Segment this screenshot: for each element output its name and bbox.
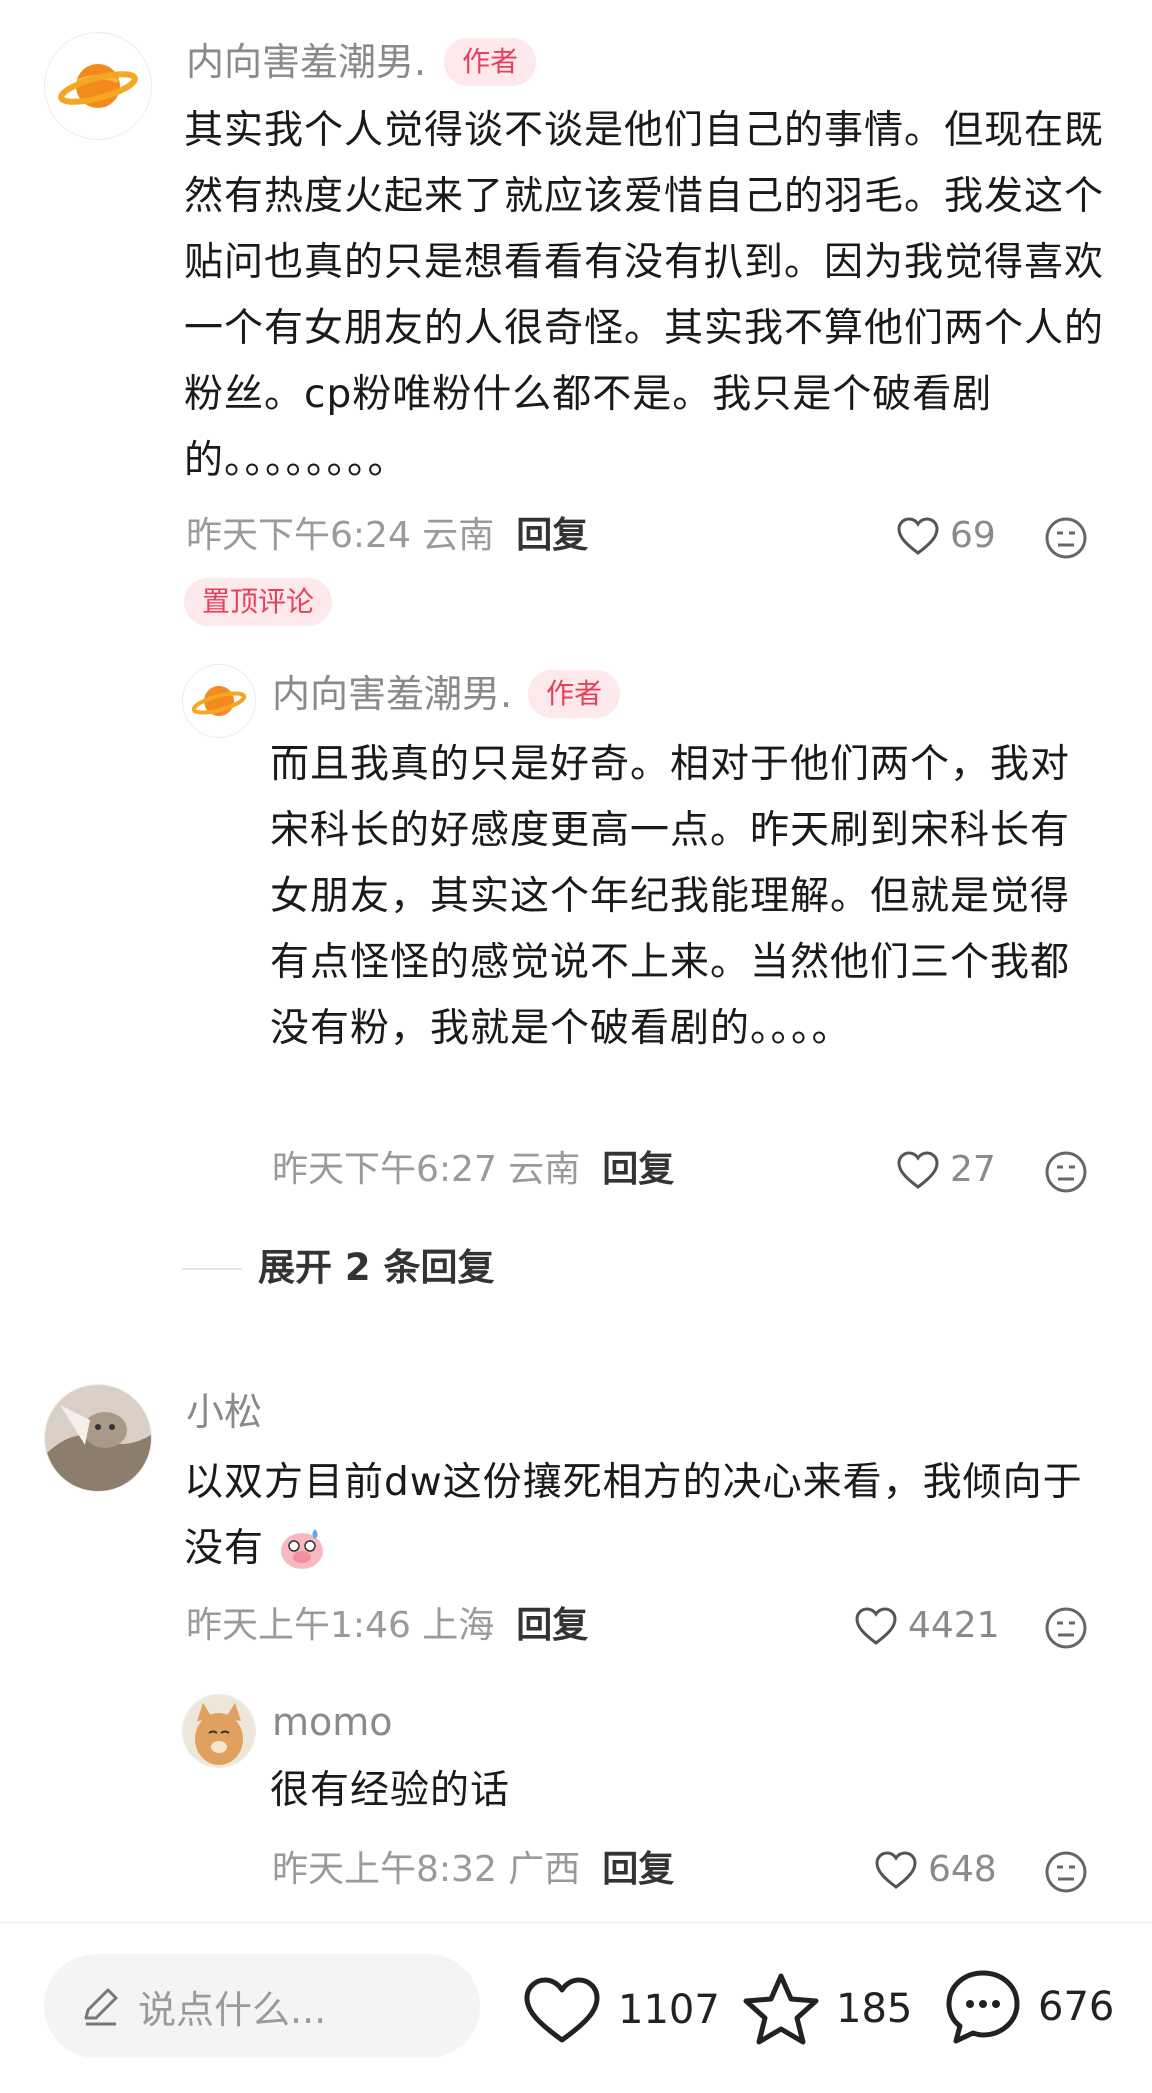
dislike-button[interactable]	[1044, 1150, 1088, 1198]
reply-text: 而且我真的只是好奇。相对于他们两个，我对宋科长的好感度更高一点。昨天刷到宋科长有…	[270, 742, 1071, 1051]
comment-author[interactable]: 小松	[186, 1390, 262, 1434]
post-like-count: 1107	[618, 1987, 720, 2033]
dislike-face-icon	[1045, 517, 1087, 559]
heart-icon	[897, 1151, 939, 1189]
heart-icon	[855, 1607, 897, 1645]
like-button[interactable]: 27	[896, 1148, 996, 1192]
comment-text: 以双方目前dw这份攘死相方的决心来看，我倾向于没有	[184, 1450, 1104, 1592]
reply-button[interactable]: 回复	[602, 1849, 674, 1890]
reply-author[interactable]: 内向害羞潮男.	[272, 672, 512, 716]
favorite-button[interactable]: 185	[742, 1972, 912, 2046]
dislike-face-icon	[1045, 1851, 1087, 1893]
expand-replies-button[interactable]: 展开 2 条回复	[258, 1246, 495, 1290]
cat-photo-avatar	[45, 1385, 151, 1491]
heart-icon	[897, 517, 939, 555]
chat-bubble-icon	[946, 1970, 1020, 2044]
pinned-badge: 置顶评论	[184, 578, 333, 626]
avatar-comment-2[interactable]	[44, 1384, 152, 1492]
avatar-reply-1[interactable]	[182, 664, 256, 738]
bottom-bar-divider	[0, 1922, 1152, 1923]
comment-count: 676	[1038, 1984, 1115, 2030]
like-post-button[interactable]: 1107	[522, 1976, 720, 2044]
comment-text: 其实我个人觉得谈不谈是他们自己的事情。但现在既然有热度火起来了就应该爱惜自己的羽…	[184, 108, 1105, 483]
author-badge: 作者	[444, 38, 537, 86]
dislike-button[interactable]	[1044, 516, 1088, 564]
dislike-face-icon	[1045, 1607, 1087, 1649]
like-count: 69	[950, 515, 996, 556]
reply-time: 昨天上午8:32 广西	[272, 1849, 581, 1890]
star-icon	[743, 1973, 819, 2045]
reply-time: 昨天下午6:27 云南	[272, 1149, 581, 1190]
comment-time: 昨天上午1:46 上海	[186, 1605, 495, 1646]
comments-button[interactable]: 676	[944, 1968, 1114, 2046]
dislike-button[interactable]	[1044, 1850, 1088, 1898]
like-button[interactable]: 69	[896, 514, 996, 558]
comment-input-placeholder: 说点什么...	[138, 1987, 327, 2032]
like-count: 4421	[908, 1605, 1000, 1646]
planet-avatar-icon	[58, 64, 138, 108]
comment-input[interactable]: 说点什么...	[44, 1954, 480, 2058]
avatar-comment-1[interactable]	[44, 32, 152, 140]
dislike-face-icon	[1045, 1151, 1087, 1193]
like-count: 27	[950, 1149, 996, 1190]
pencil-icon	[84, 1988, 118, 2026]
reply-button[interactable]: 回复	[516, 1605, 588, 1646]
reply-author[interactable]: momo	[272, 1700, 393, 1744]
heart-icon	[524, 1977, 600, 2043]
heart-icon	[875, 1851, 917, 1889]
dislike-button[interactable]	[1044, 1606, 1088, 1654]
comment-author[interactable]: 内向害羞潮男.	[186, 40, 426, 84]
cat-photo-avatar	[183, 1695, 255, 1767]
reply-button[interactable]: 回复	[602, 1149, 674, 1190]
like-button[interactable]: 4421	[854, 1604, 1000, 1648]
avatar-reply-2[interactable]	[182, 1694, 256, 1768]
like-count: 648	[928, 1849, 997, 1890]
reply-button[interactable]: 回复	[516, 515, 588, 556]
comment-time: 昨天下午6:24 云南	[186, 515, 495, 556]
planet-avatar-icon	[191, 686, 247, 716]
expand-replies-divider	[182, 1268, 242, 1270]
author-badge: 作者	[528, 670, 621, 718]
like-button[interactable]: 648	[874, 1848, 997, 1892]
reply-text: 很有经验的话	[270, 1768, 511, 1813]
pig-sweat-emoji	[277, 1525, 327, 1592]
favorite-count: 185	[836, 1986, 913, 2032]
